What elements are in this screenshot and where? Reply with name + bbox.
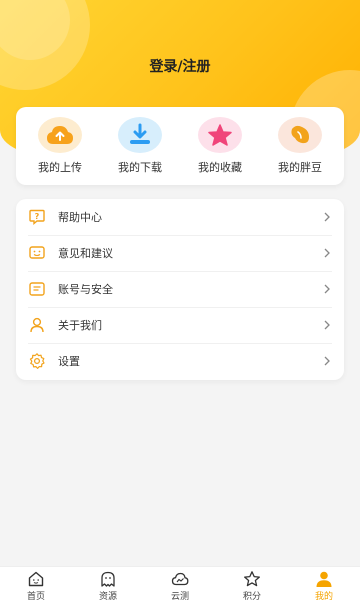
star-outline-icon xyxy=(244,571,260,587)
tab-label: 首页 xyxy=(26,592,45,600)
cloud-icon xyxy=(171,572,189,586)
star-icon xyxy=(198,117,242,153)
tab-resources[interactable]: 资源 xyxy=(78,567,138,600)
home-icon xyxy=(28,571,44,587)
quick-action-label: 我的胖豆 xyxy=(278,161,322,174)
quick-action-bean[interactable]: 我的胖豆 xyxy=(262,117,338,175)
profile-icon xyxy=(316,571,332,587)
quick-action-collect[interactable]: 我的收藏 xyxy=(182,117,258,175)
tab-label: 我的 xyxy=(314,592,333,600)
menu-item-help[interactable]: ? 帮助中心 xyxy=(16,199,344,235)
ghost-icon xyxy=(101,571,115,587)
tab-points[interactable]: 积分 xyxy=(222,567,282,600)
tab-cloud-test[interactable]: 云测 xyxy=(150,567,210,600)
svg-text:?: ? xyxy=(35,212,40,221)
settings-menu: ? 帮助中心 意见和建议 账号与安全 关于我们 设置 xyxy=(16,199,344,380)
tab-home[interactable]: 首页 xyxy=(6,567,66,600)
chevron-right-icon xyxy=(324,212,330,222)
tab-label: 资源 xyxy=(98,592,117,600)
menu-item-account-security[interactable]: 账号与安全 xyxy=(16,271,344,307)
menu-item-feedback[interactable]: 意见和建议 xyxy=(16,235,344,271)
quick-actions-card: 我的上传 我的下载 我的收藏 我的胖豆 xyxy=(16,107,344,185)
chevron-right-icon xyxy=(324,320,330,330)
quick-action-label: 我的收藏 xyxy=(198,161,242,174)
user-icon xyxy=(28,316,46,334)
menu-item-label: 关于我们 xyxy=(58,319,102,332)
tab-mine[interactable]: 我的 xyxy=(294,567,354,600)
chevron-right-icon xyxy=(324,248,330,258)
menu-item-label: 帮助中心 xyxy=(58,211,102,224)
menu-item-label: 意见和建议 xyxy=(58,247,113,260)
cloud-upload-icon xyxy=(38,117,82,153)
chevron-right-icon xyxy=(324,284,330,294)
download-icon xyxy=(118,117,162,153)
tab-label: 云测 xyxy=(170,592,189,600)
feedback-icon xyxy=(28,244,46,262)
help-icon: ? xyxy=(28,208,46,226)
account-security-icon xyxy=(28,280,46,298)
bottom-tab-bar: 首页 资源 云测 积分 我的 xyxy=(0,566,360,600)
quick-action-download[interactable]: 我的下载 xyxy=(102,117,178,175)
tab-label: 积分 xyxy=(242,592,261,600)
bean-icon xyxy=(278,117,322,153)
quick-action-label: 我的下载 xyxy=(118,161,162,174)
menu-item-about-us[interactable]: 关于我们 xyxy=(16,307,344,343)
quick-action-label: 我的上传 xyxy=(38,161,82,174)
menu-item-label: 设置 xyxy=(58,355,80,368)
menu-item-settings[interactable]: 设置 xyxy=(16,343,344,379)
login-register-link[interactable]: 登录/注册 xyxy=(0,56,360,76)
chevron-right-icon xyxy=(324,356,330,366)
gear-icon xyxy=(28,352,46,370)
menu-item-label: 账号与安全 xyxy=(58,283,113,296)
quick-action-upload[interactable]: 我的上传 xyxy=(22,117,98,175)
